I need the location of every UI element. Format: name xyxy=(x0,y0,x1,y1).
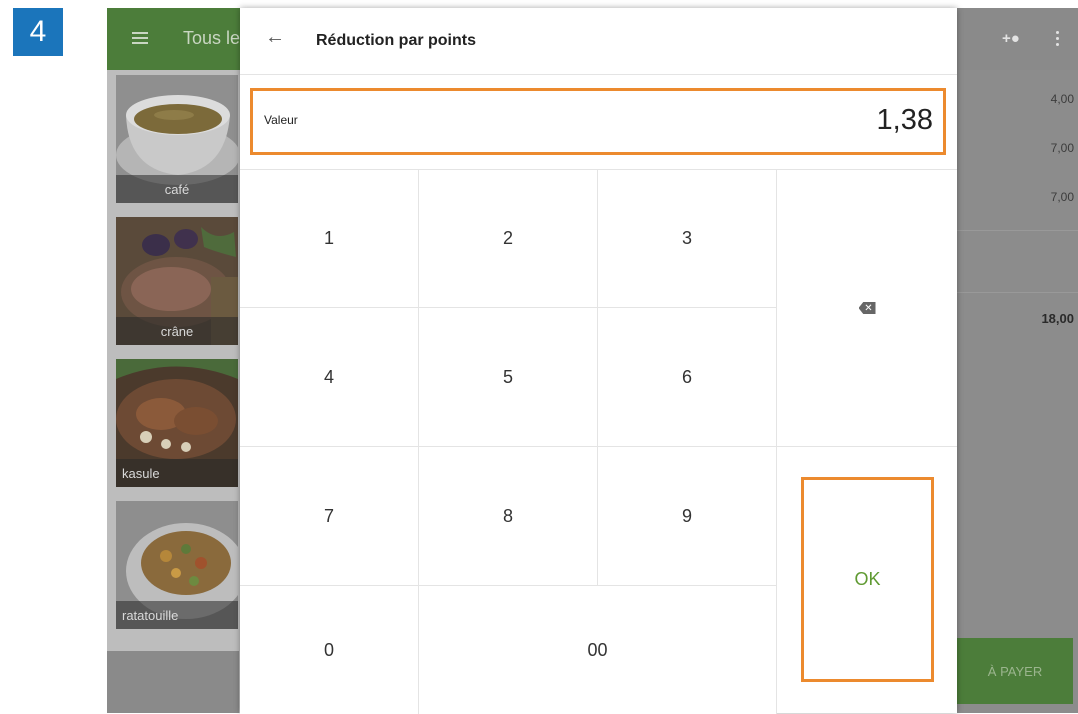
product-tile-cafe[interactable]: café xyxy=(116,75,238,203)
product-tile-kasule[interactable]: kasule xyxy=(116,359,238,487)
key-9[interactable]: 9 xyxy=(598,447,777,586)
backspace-icon: ✕ xyxy=(858,302,876,314)
value-field[interactable]: Valeur 1,38 xyxy=(250,88,946,155)
dialog-header: ← Réduction par points xyxy=(240,8,957,75)
backspace-key[interactable]: ✕ xyxy=(777,170,957,447)
product-label: café xyxy=(116,175,238,203)
divider xyxy=(957,292,1078,293)
ok-button[interactable]: OK xyxy=(801,477,934,682)
value-label: Valeur xyxy=(264,113,298,127)
key-7[interactable]: 7 xyxy=(240,447,419,586)
key-6[interactable]: 6 xyxy=(598,308,777,447)
product-tile-ratatouille[interactable]: ratatouille xyxy=(116,501,238,629)
order-panel: 4,00 7,00 7,00 18,00 xyxy=(957,70,1078,713)
product-label: ratatouille xyxy=(116,601,238,629)
menu-icon[interactable] xyxy=(132,32,148,44)
numeric-keypad: 1 2 3 4 5 6 ✕ 7 8 9 0 00 OK xyxy=(240,169,957,714)
key-4[interactable]: 4 xyxy=(240,308,419,447)
bottom-strip xyxy=(107,651,239,713)
step-badge: 4 xyxy=(13,8,63,56)
points-discount-dialog: ← Réduction par points Valeur 1,38 1 2 3… xyxy=(240,8,957,714)
key-0[interactable]: 0 xyxy=(240,586,419,714)
order-toolbar: +● xyxy=(957,8,1078,70)
pay-button[interactable]: À PAYER xyxy=(957,638,1073,704)
key-3[interactable]: 3 xyxy=(598,170,777,308)
more-vert-icon[interactable] xyxy=(1056,28,1059,49)
key-00[interactable]: 00 xyxy=(419,586,777,714)
add-person-icon[interactable]: +● xyxy=(1002,30,1020,47)
product-tile-crane[interactable]: crâne xyxy=(116,217,238,345)
product-label: crâne xyxy=(116,317,238,345)
dialog-title: Réduction par points xyxy=(316,32,476,49)
arrow-back-icon[interactable]: ← xyxy=(265,26,285,49)
product-label: kasule xyxy=(116,459,238,487)
key-5[interactable]: 5 xyxy=(419,308,598,447)
order-line-price: 4,00 xyxy=(1050,92,1074,106)
key-8[interactable]: 8 xyxy=(419,447,598,586)
order-line-price: 7,00 xyxy=(1050,190,1074,204)
order-total: 18,00 xyxy=(1041,311,1074,326)
order-line-price: 7,00 xyxy=(1050,141,1074,155)
key-2[interactable]: 2 xyxy=(419,170,598,308)
key-1[interactable]: 1 xyxy=(240,170,419,308)
value-text: 1,38 xyxy=(876,104,933,136)
divider xyxy=(957,230,1078,231)
